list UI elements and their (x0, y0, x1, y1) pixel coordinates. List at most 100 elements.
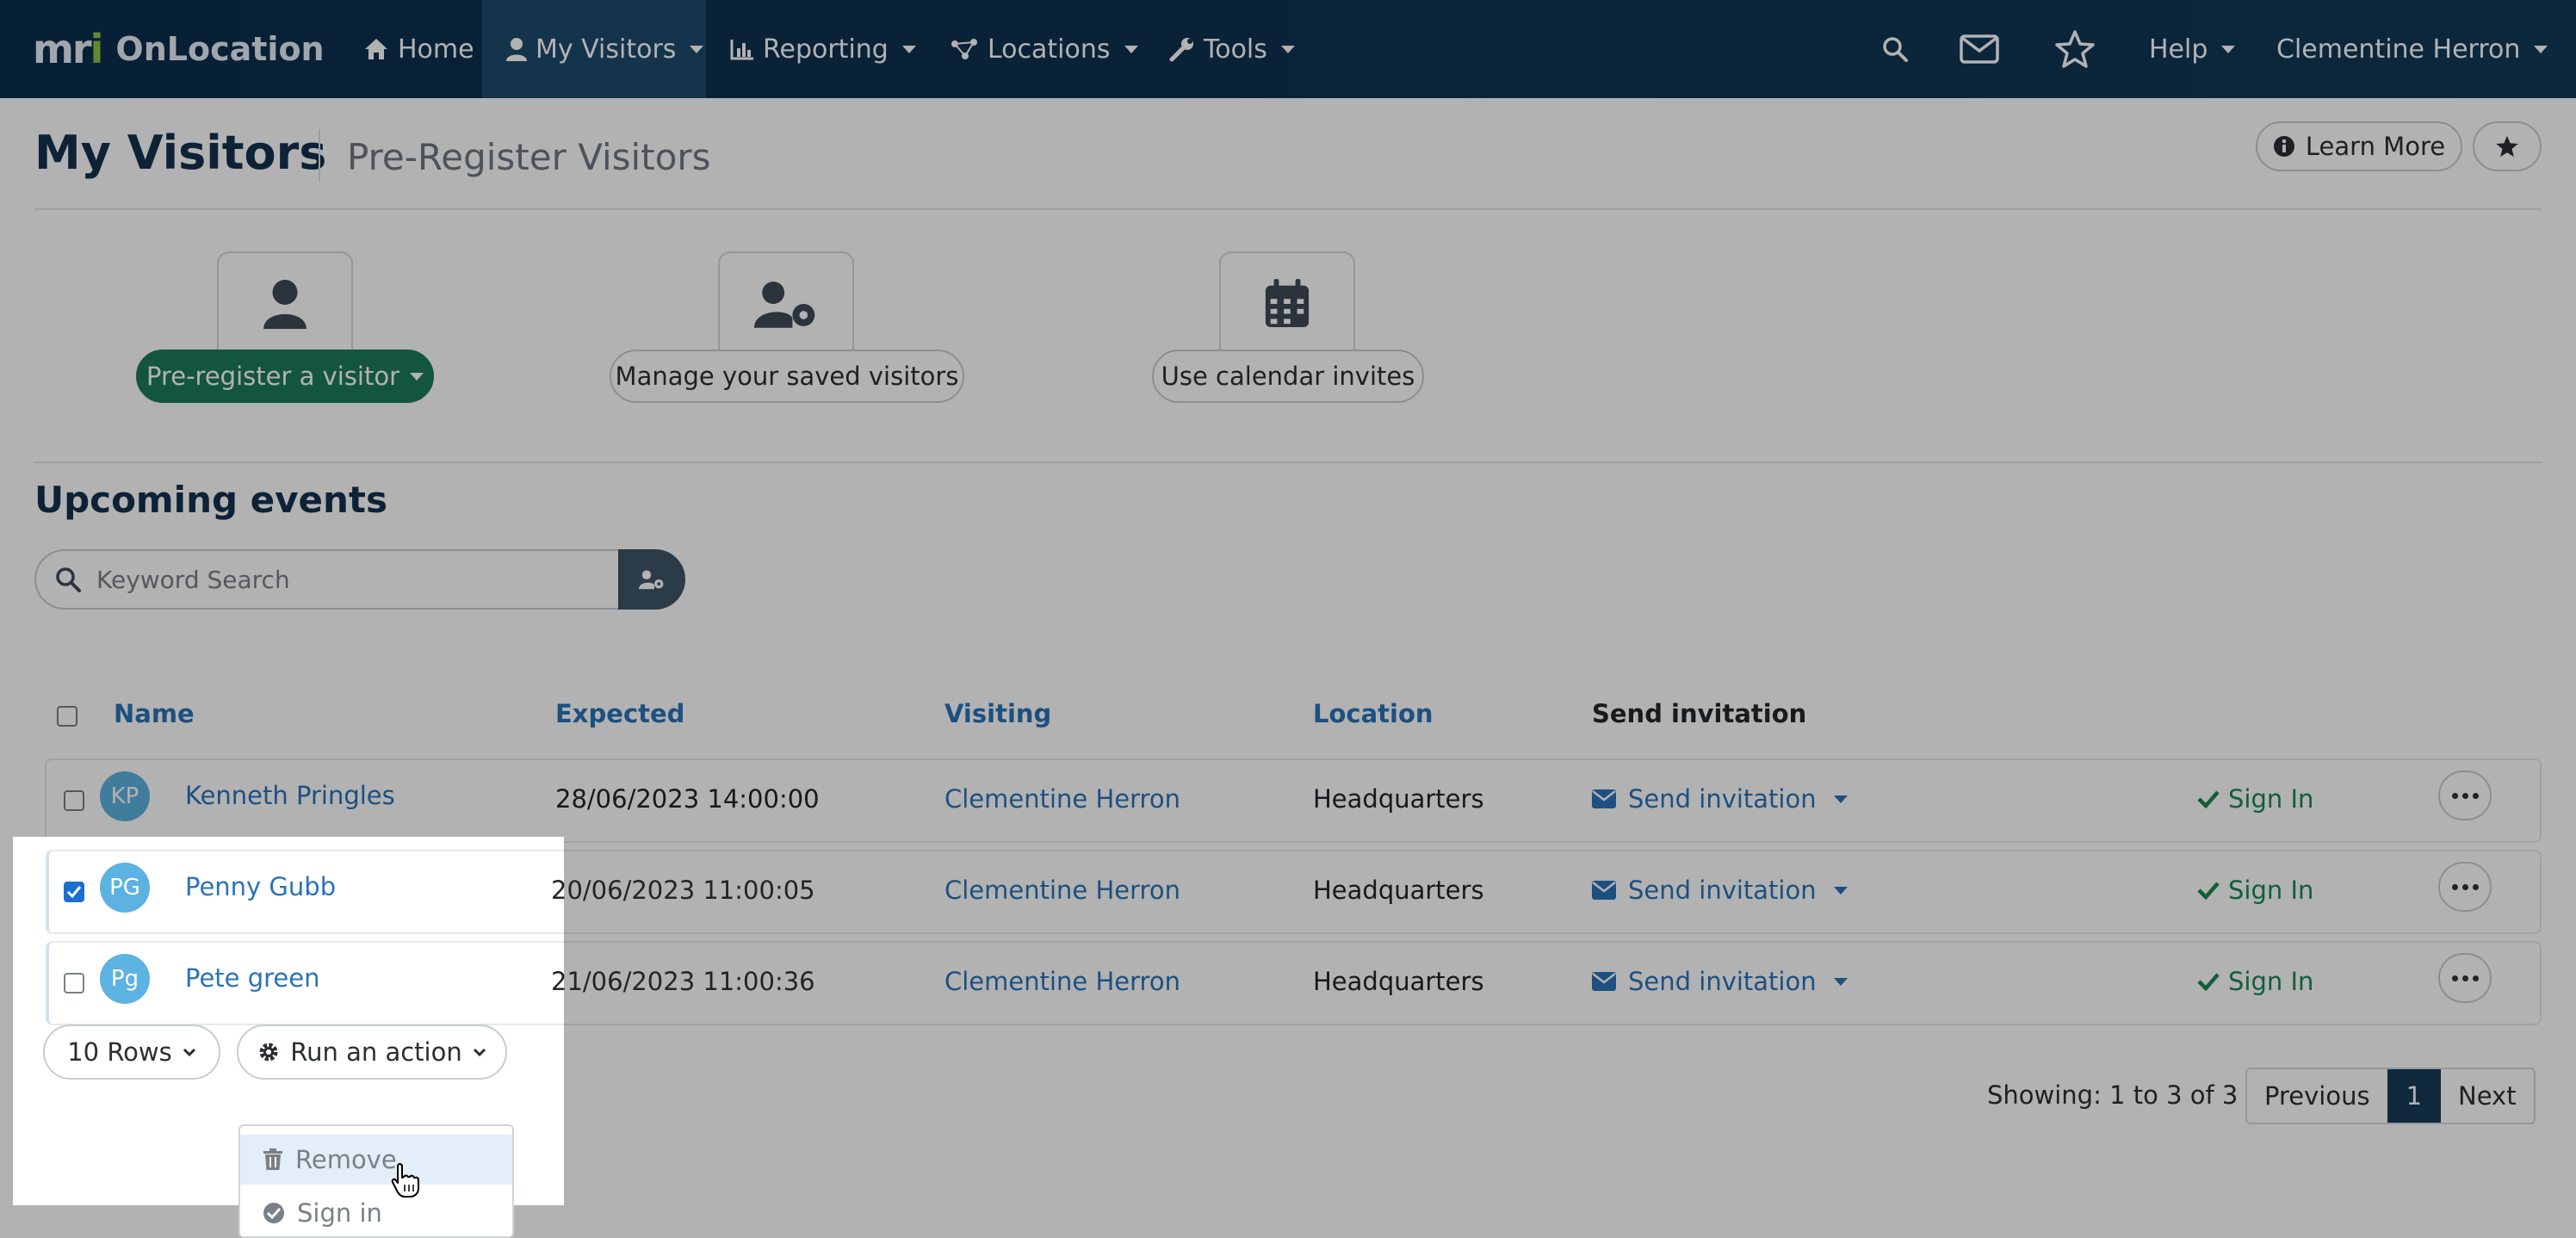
select-all-checkbox[interactable] (57, 706, 77, 727)
bar-chart-icon (730, 40, 753, 60)
favorite-page-button[interactable] (2473, 121, 2542, 171)
row-more-button[interactable] (2438, 862, 2492, 912)
visitor-name-link[interactable]: Penny Gubb (185, 872, 336, 901)
tile-calendar-icon-box[interactable] (1219, 251, 1355, 355)
expected-time: 21/06/2023 11:00:36 (551, 967, 815, 996)
nav-home-label: Home (398, 34, 474, 65)
favorites-button[interactable] (2054, 0, 2096, 98)
run-an-action-label: Run an action (290, 1037, 462, 1067)
upcoming-events-title: Upcoming events (34, 479, 387, 521)
avatar: PG (100, 863, 150, 913)
sign-in-button[interactable]: Sign In (2197, 876, 2313, 905)
send-invitation-label: Send invitation (1628, 876, 1817, 905)
row-more-button[interactable] (2438, 771, 2492, 820)
row-checkbox[interactable] (64, 973, 84, 993)
trash-icon (263, 1148, 282, 1170)
user-menu[interactable]: Clementine Herron (2276, 0, 2548, 98)
search-button[interactable] (1882, 0, 1908, 98)
chevron-down-icon (901, 45, 916, 53)
previous-page-button[interactable]: Previous (2247, 1069, 2387, 1123)
nav-help-label: Help (2149, 34, 2208, 65)
tiles-divider (34, 461, 2542, 463)
chevron-down-icon (1833, 886, 1848, 894)
use-calendar-invites-button[interactable]: Use calendar invites (1152, 350, 1424, 403)
manage-saved-visitors-button[interactable]: Manage your saved visitors (610, 350, 964, 403)
row-more-button[interactable] (2438, 953, 2492, 1003)
sign-in-label: Sign In (2228, 784, 2314, 814)
location-value: Headquarters (1313, 876, 1484, 905)
column-visiting-header[interactable]: Visiting (944, 699, 1051, 728)
page-title: My Visitors (34, 126, 327, 180)
gear-icon (259, 1043, 278, 1062)
nav-home[interactable]: Home (353, 0, 485, 98)
chevron-down-icon (1280, 45, 1295, 53)
visiting-host-link[interactable]: Clementine Herron (944, 967, 1180, 996)
chevron-down-icon (1124, 45, 1138, 53)
nav-my-visitors[interactable]: My Visitors (482, 0, 706, 98)
nav-reporting[interactable]: Reporting (730, 0, 916, 98)
nav-help[interactable]: Help (2149, 0, 2236, 98)
avatar: KP (100, 771, 150, 821)
messages-button[interactable] (1960, 0, 1999, 98)
send-invitation-dropdown[interactable]: Send invitation (1592, 784, 1848, 814)
menu-item-sign-in-label: Sign in (297, 1198, 382, 1228)
send-invitation-dropdown[interactable]: Send invitation (1592, 876, 1848, 905)
manage-saved-visitors-label: Manage your saved visitors (615, 362, 959, 391)
search-icon (1883, 37, 1908, 62)
next-page-button[interactable]: Next (2441, 1069, 2534, 1123)
visiting-host-link[interactable]: Clementine Herron (944, 876, 1180, 905)
visitor-name-link[interactable]: Pete green (185, 963, 319, 993)
user-icon (263, 280, 307, 329)
tile-saved-visitors-icon-box[interactable] (718, 251, 854, 355)
user-gear-icon (639, 570, 664, 590)
chevron-down-icon (473, 1048, 486, 1057)
use-calendar-invites-label: Use calendar invites (1161, 362, 1415, 391)
send-invitation-dropdown[interactable]: Send invitation (1592, 967, 1848, 996)
title-divider (319, 129, 320, 183)
visitor-filter-button[interactable] (618, 549, 685, 610)
rows-per-page-select[interactable]: 10 Rows (43, 1024, 220, 1080)
hand-pointer-icon (391, 1163, 419, 1198)
send-invitation-label: Send invitation (1628, 967, 1817, 996)
expected-time: 28/06/2023 14:00:00 (555, 784, 820, 814)
brand-name: OnLocation (115, 30, 325, 68)
star-icon (2496, 135, 2518, 158)
network-icon (951, 39, 977, 59)
keyword-search-field[interactable] (34, 549, 620, 610)
column-name-header[interactable]: Name (114, 699, 195, 728)
user-name: Clementine Herron (2276, 34, 2521, 65)
calendar-icon (1265, 279, 1310, 327)
nav-reporting-label: Reporting (763, 34, 889, 65)
check-icon (2197, 973, 2220, 991)
menu-item-remove[interactable]: Remove (240, 1135, 512, 1185)
wrench-icon (1169, 38, 1193, 62)
menu-item-sign-in[interactable]: Sign in (240, 1188, 512, 1236)
column-expected-header[interactable]: Expected (555, 699, 684, 728)
menu-item-remove-label: Remove (295, 1145, 397, 1174)
nav-locations[interactable]: Locations (950, 0, 1138, 98)
visitor-name-link[interactable]: Kenneth Pringles (185, 781, 395, 810)
check-icon (66, 886, 82, 899)
row-checkbox[interactable] (64, 882, 84, 902)
row-checkbox[interactable] (64, 790, 84, 811)
sign-in-button[interactable]: Sign In (2197, 967, 2313, 996)
avatar: Pg (100, 954, 150, 1004)
info-icon (2273, 136, 2294, 157)
sign-in-button[interactable]: Sign In (2197, 784, 2313, 814)
column-location-header[interactable]: Location (1313, 699, 1434, 728)
brand-logo[interactable]: mri OnLocation (33, 22, 325, 76)
send-invitation-label: Send invitation (1628, 784, 1817, 814)
nav-tools[interactable]: Tools (1169, 0, 1295, 98)
star-icon (2055, 30, 2095, 68)
tile-pre-register-icon-box[interactable] (217, 251, 353, 355)
top-navbar: mri OnLocation Home My Visitors Reportin… (0, 0, 2576, 98)
keyword-search-input[interactable] (96, 565, 579, 594)
pre-register-visitor-button[interactable]: Pre-register a visitor (136, 350, 434, 403)
check-icon (2197, 882, 2220, 900)
run-an-action-button[interactable]: Run an action (237, 1024, 507, 1080)
visiting-host-link[interactable]: Clementine Herron (944, 784, 1180, 814)
current-page-button[interactable]: 1 (2387, 1069, 2442, 1123)
chevron-down-icon (410, 372, 424, 381)
brand-mark: mri (33, 26, 103, 72)
learn-more-button[interactable]: Learn More (2256, 121, 2462, 171)
